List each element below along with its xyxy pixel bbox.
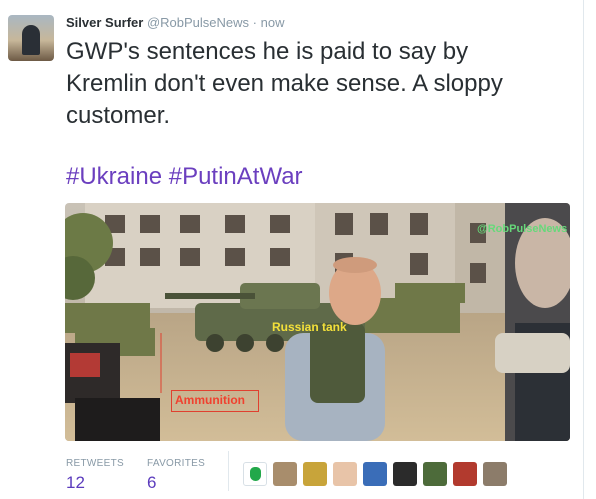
favoriter-avatar-6[interactable]	[393, 462, 417, 486]
tweet-text-line: customer.	[66, 102, 171, 129]
ammo-annotation: Ammunition	[175, 393, 245, 407]
favorites-stat[interactable]: FAVORITES 6	[147, 458, 227, 493]
avatar[interactable]	[8, 15, 54, 61]
favoriter-avatar-2[interactable]	[273, 462, 297, 486]
tweet-media-photo[interactable]: @RobPulseNews Russian tank Ammunition	[65, 203, 570, 441]
favoriter-avatar-8[interactable]	[453, 462, 477, 486]
stats-divider	[228, 451, 229, 491]
header-separator: ·	[252, 15, 257, 30]
user-handle[interactable]: @RobPulseNews	[147, 15, 249, 30]
retweets-label: RETWEETS	[66, 458, 124, 469]
tweet-header: Silver Surfer @RobPulseNews · now	[66, 15, 284, 30]
column-border	[583, 0, 584, 499]
hashtag-link[interactable]: #Ukraine	[66, 163, 162, 190]
favoriter-avatar-7[interactable]	[423, 462, 447, 486]
tweet-text: GWP's sentences he is paid to say by Kre…	[66, 36, 576, 132]
favoriter-avatar-1[interactable]	[243, 462, 267, 486]
avatar-figure	[22, 25, 40, 55]
favorites-count[interactable]: 6	[147, 473, 227, 493]
favoriter-avatar-9[interactable]	[483, 462, 507, 486]
hashtag-link[interactable]: #PutinAtWar	[169, 163, 303, 190]
media-watermark: @RobPulseNews	[477, 223, 568, 235]
retweets-count[interactable]: 12	[66, 473, 146, 493]
favoriter-avatar-3[interactable]	[303, 462, 327, 486]
favoriters-list	[243, 462, 507, 488]
favoriter-avatar-5[interactable]	[363, 462, 387, 486]
tweet-timestamp[interactable]: now	[261, 15, 285, 30]
favorites-label: FAVORITES	[147, 458, 206, 469]
hashtag-list: #Ukraine #PutinAtWar	[66, 161, 303, 193]
tweet-text-line: Kremlin don't even make sense. A sloppy	[66, 70, 503, 97]
shield-icon	[250, 467, 261, 481]
tank-annotation: Russian tank	[272, 320, 347, 334]
tweet-text-line: GWP's sentences he is paid to say by	[66, 38, 469, 65]
user-fullname[interactable]: Silver Surfer	[66, 15, 143, 30]
retweets-stat[interactable]: RETWEETS 12	[66, 458, 146, 493]
favoriter-avatar-4[interactable]	[333, 462, 357, 486]
